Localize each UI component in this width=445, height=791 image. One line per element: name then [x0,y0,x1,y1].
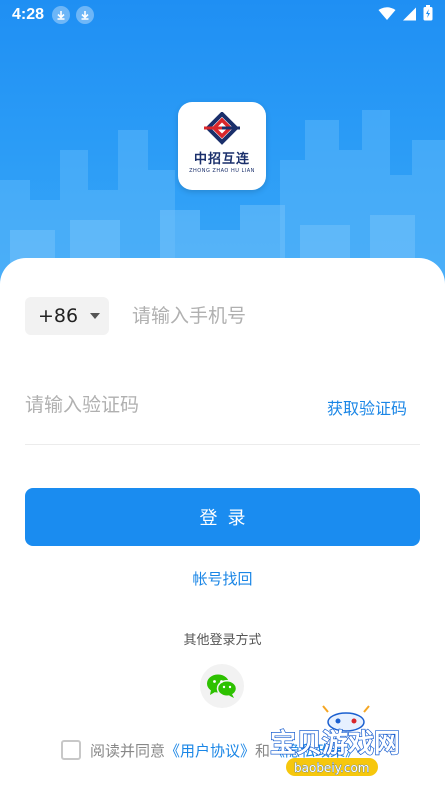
logo-name-en: ZHONG ZHAO HU LIAN [189,168,255,174]
download-icon [52,6,71,24]
wechat-login-button[interactable] [200,664,244,708]
signal-icon [402,6,417,25]
logo-name-cn: 中招互连 [193,152,250,167]
get-code-button[interactable]: 获取验证码 [327,395,407,419]
watermark-logo: 宝贝游戏网 baobeiy.com [269,705,401,776]
agreement-prefix: 阅读并同意 [90,741,166,760]
wechat-icon [207,674,238,698]
logo-mark-icon [204,112,240,145]
watermark-url: baobeiy.com [294,761,369,775]
download-icon [76,6,95,24]
country-code-value: +86 [38,305,79,327]
agreement-checkbox[interactable] [61,740,81,760]
account-recovery-link[interactable]: 帐号找回 [0,568,445,589]
chevron-down-icon [90,313,101,319]
status-time: 4:28 [12,6,45,23]
battery-charging-icon [423,5,433,25]
wifi-icon [378,6,396,25]
verification-code-input[interactable] [25,386,305,424]
user-agreement-link[interactable]: 《用户协议》 [165,740,255,761]
watermark-title: 宝贝游戏网 [270,728,400,759]
phone-input[interactable] [132,297,412,335]
status-bar: 4:28 [0,0,445,30]
app-logo: 中招互连 ZHONG ZHAO HU LIAN [178,102,266,190]
divider [25,444,420,445]
login-button[interactable]: 登录 [25,488,420,546]
country-code-selector[interactable]: +86 [25,297,109,335]
other-login-label: 其他登录方式 [183,633,262,648]
